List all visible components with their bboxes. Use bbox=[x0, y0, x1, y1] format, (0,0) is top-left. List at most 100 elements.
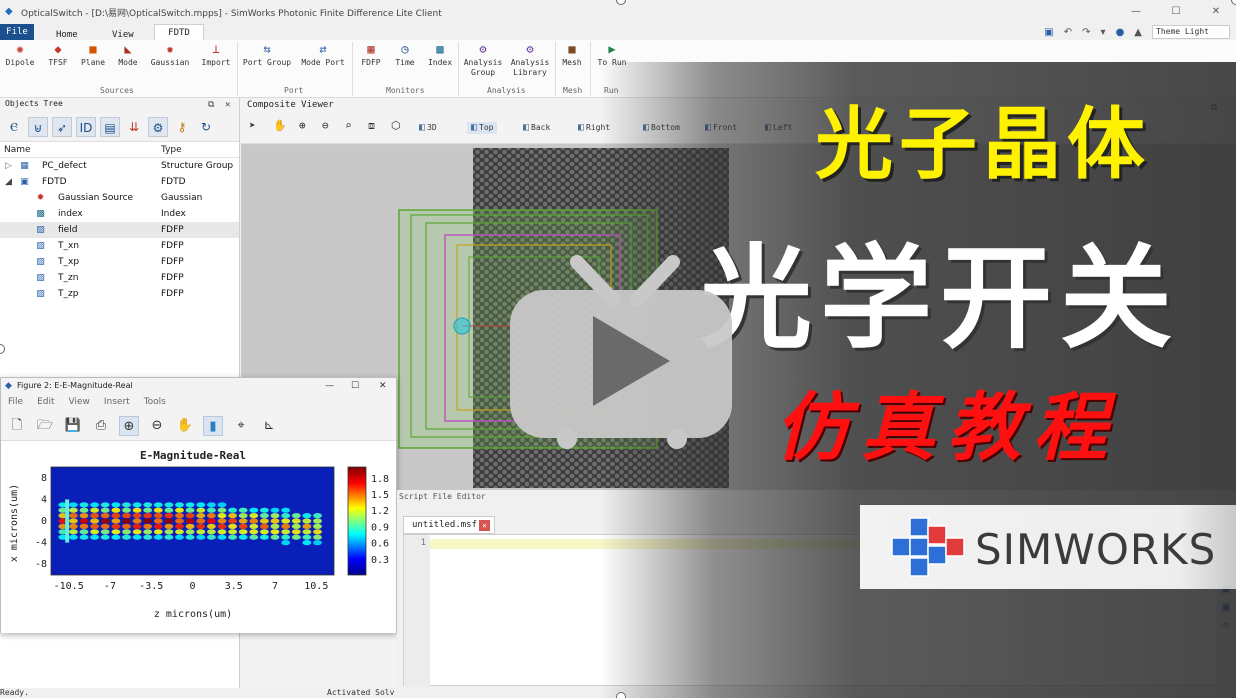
zoom-in-icon[interactable]: ⊕ bbox=[299, 120, 306, 132]
minimize-icon[interactable]: — bbox=[1116, 0, 1156, 24]
view-top-button[interactable]: ◧ Top bbox=[467, 122, 498, 134]
view-left-button[interactable]: ◧ Left bbox=[765, 122, 792, 134]
close-tab-icon[interactable]: ✕ bbox=[479, 520, 490, 531]
save-icon[interactable]: ▣ bbox=[1044, 27, 1053, 38]
view-bottom-button[interactable]: ◧ Bottom bbox=[643, 122, 680, 134]
figure-menu-view[interactable]: View bbox=[69, 394, 90, 411]
tab-fdtd[interactable]: FDTD bbox=[154, 24, 204, 40]
collapse-ribbon-icon[interactable]: ▲ bbox=[1134, 27, 1142, 38]
import-down-icon[interactable]: ⇊ bbox=[124, 117, 144, 137]
figure-menu-tools[interactable]: Tools bbox=[144, 394, 166, 411]
maximize-icon[interactable]: ☐ bbox=[351, 378, 359, 394]
print-icon[interactable]: ⎙ bbox=[91, 416, 111, 436]
index-button[interactable]: ▩ Index bbox=[426, 42, 454, 68]
run-button[interactable]: ▶ To Run bbox=[595, 42, 629, 68]
analysis-group-button[interactable]: ⚙ Analysis Group bbox=[462, 42, 504, 78]
figure-menu-file[interactable]: File bbox=[8, 394, 23, 411]
move-icon[interactable]: ➶ bbox=[52, 116, 72, 137]
folder-icon[interactable]: ▭ bbox=[1216, 564, 1236, 582]
save-icon[interactable]: ▣ bbox=[1216, 582, 1236, 600]
user-icon[interactable]: ● bbox=[1116, 27, 1125, 38]
fdfp-button[interactable]: ▦ FDFP bbox=[358, 42, 384, 68]
collapse-icon[interactable]: ◢ bbox=[3, 177, 14, 188]
resize-handle[interactable] bbox=[616, 692, 626, 698]
heatmap-cell bbox=[175, 518, 184, 524]
id-icon[interactable]: ID bbox=[76, 116, 96, 137]
layer-icon[interactable]: ▤ bbox=[100, 116, 120, 137]
float-icon[interactable]: ⧉ bbox=[208, 99, 214, 111]
dipole-button[interactable]: ✺ Dipole bbox=[5, 42, 35, 68]
colorbar-icon[interactable]: ▮ bbox=[203, 415, 223, 436]
pan-hand-icon[interactable]: ✋ bbox=[273, 120, 287, 132]
column-type[interactable]: Type bbox=[161, 142, 182, 157]
data-cursor-icon[interactable]: ⌖ bbox=[231, 416, 251, 436]
tab-home[interactable]: Home bbox=[56, 30, 78, 40]
view-right-button[interactable]: ◧ Right bbox=[578, 122, 610, 134]
tree-row[interactable]: ▨ T_xp FDFP bbox=[0, 254, 239, 270]
time-button[interactable]: ◷ Time bbox=[393, 42, 417, 68]
tree-row[interactable]: ◢ ▣ FDTD FDTD bbox=[0, 174, 239, 190]
pointer-icon[interactable]: ➤ bbox=[249, 120, 256, 132]
cube-icon[interactable]: ⬡ bbox=[391, 120, 401, 132]
dropdown-icon[interactable]: ▾ bbox=[1101, 27, 1106, 38]
save-icon[interactable]: 💾 bbox=[63, 416, 83, 436]
mode-port-button[interactable]: ⇄ Mode Port bbox=[300, 42, 346, 68]
import-button[interactable]: ⊥ Import bbox=[199, 42, 233, 68]
close-icon[interactable]: ✕ bbox=[379, 378, 387, 394]
theme-select[interactable]: Theme Light bbox=[1152, 25, 1230, 39]
view-3d-button[interactable]: ◧ 3D bbox=[419, 122, 437, 134]
zoom-box-icon[interactable]: ⧈ bbox=[368, 120, 375, 132]
mode-button[interactable]: ◣ Mode bbox=[114, 42, 142, 68]
mesh-button[interactable]: ■ Mesh bbox=[560, 42, 584, 68]
expand-icon[interactable]: ▷ bbox=[3, 161, 14, 172]
document-icon[interactable]: 🗋 bbox=[1216, 510, 1236, 528]
axes-icon[interactable]: ⊾ bbox=[259, 416, 279, 436]
float-icon[interactable]: ⧉ bbox=[1211, 103, 1217, 113]
tree-icon[interactable]: Ⲉ bbox=[4, 117, 24, 137]
new-file-icon[interactable]: 🗋 bbox=[7, 416, 27, 436]
tab-file[interactable]: File bbox=[0, 24, 34, 40]
heatmap-cell bbox=[302, 523, 312, 529]
close-panel-icon[interactable]: ✕ bbox=[225, 99, 230, 111]
tree-row[interactable]: ✹ Gaussian Source Gaussian bbox=[0, 190, 239, 206]
zoom-out-icon[interactable]: ⊖ bbox=[147, 416, 167, 436]
figure-menu-edit[interactable]: Edit bbox=[37, 394, 54, 411]
tfsf-button[interactable]: ◆ TFSF bbox=[44, 42, 72, 68]
link-icon[interactable]: ∞ bbox=[1216, 618, 1236, 636]
tree-row[interactable]: ▨ T_xn FDFP bbox=[0, 238, 239, 254]
tree-row[interactable]: ▨ T_zn FDFP bbox=[0, 270, 239, 286]
maximize-icon[interactable]: ☐ bbox=[1156, 0, 1196, 24]
open-folder-icon[interactable]: 🗁 bbox=[35, 416, 55, 436]
refresh-icon[interactable]: ↻ bbox=[196, 117, 216, 137]
view-front-button[interactable]: ◧ Front bbox=[705, 122, 737, 134]
tab-view[interactable]: View bbox=[112, 30, 134, 40]
pan-hand-icon[interactable]: ✋ bbox=[175, 416, 195, 436]
tree-row[interactable]: ▨ field FDFP bbox=[0, 222, 239, 238]
undo-icon[interactable]: ↶ bbox=[1064, 27, 1072, 38]
tree-row[interactable]: ▩ index Index bbox=[0, 206, 239, 222]
redo-icon[interactable]: ↷ bbox=[1082, 27, 1090, 38]
tree-row[interactable]: ▷ ▦ PC_defect Structure Group bbox=[0, 158, 239, 174]
view-back-button[interactable]: ◧ Back bbox=[523, 122, 550, 134]
minimize-icon[interactable]: — bbox=[325, 378, 334, 394]
analysis-library-button[interactable]: ⚙ Analysis Library bbox=[509, 42, 551, 78]
settings-icon[interactable]: ⚙ bbox=[148, 116, 168, 137]
key-icon[interactable]: ⚷ bbox=[172, 117, 192, 137]
zoom-fit-icon[interactable]: ⌕ bbox=[345, 120, 352, 132]
script-tab[interactable]: untitled.msf ✕ bbox=[403, 516, 495, 534]
plane-button[interactable]: ■ Plane bbox=[78, 42, 108, 68]
gaussian-button[interactable]: ✹ Gaussian bbox=[148, 42, 192, 68]
group-icon[interactable]: ⊌ bbox=[28, 116, 48, 137]
close-icon[interactable]: ✕ bbox=[1196, 0, 1236, 24]
save-as-icon[interactable]: ▣ bbox=[1216, 600, 1236, 618]
tree-row[interactable]: ▨ T_zp FDFP bbox=[0, 286, 239, 302]
zoom-out-icon[interactable]: ⊖ bbox=[322, 120, 329, 132]
zoom-in-icon[interactable]: ⊕ bbox=[119, 415, 139, 436]
figure-menu-insert[interactable]: Insert bbox=[104, 394, 130, 411]
port-group-button[interactable]: ⇆ Port Group bbox=[241, 42, 293, 68]
document-icon[interactable]: 🗋 bbox=[1216, 546, 1236, 564]
column-name[interactable]: Name bbox=[0, 142, 161, 157]
heatmap-chart[interactable]: E-Magnitude-Real -10.5 -7 -3.5 0 3.5 7 10.5 8 4… bbox=[1, 441, 396, 633]
play-icon[interactable]: ▶ bbox=[1216, 528, 1236, 546]
script-editor[interactable]: 1 bbox=[403, 534, 1218, 687]
